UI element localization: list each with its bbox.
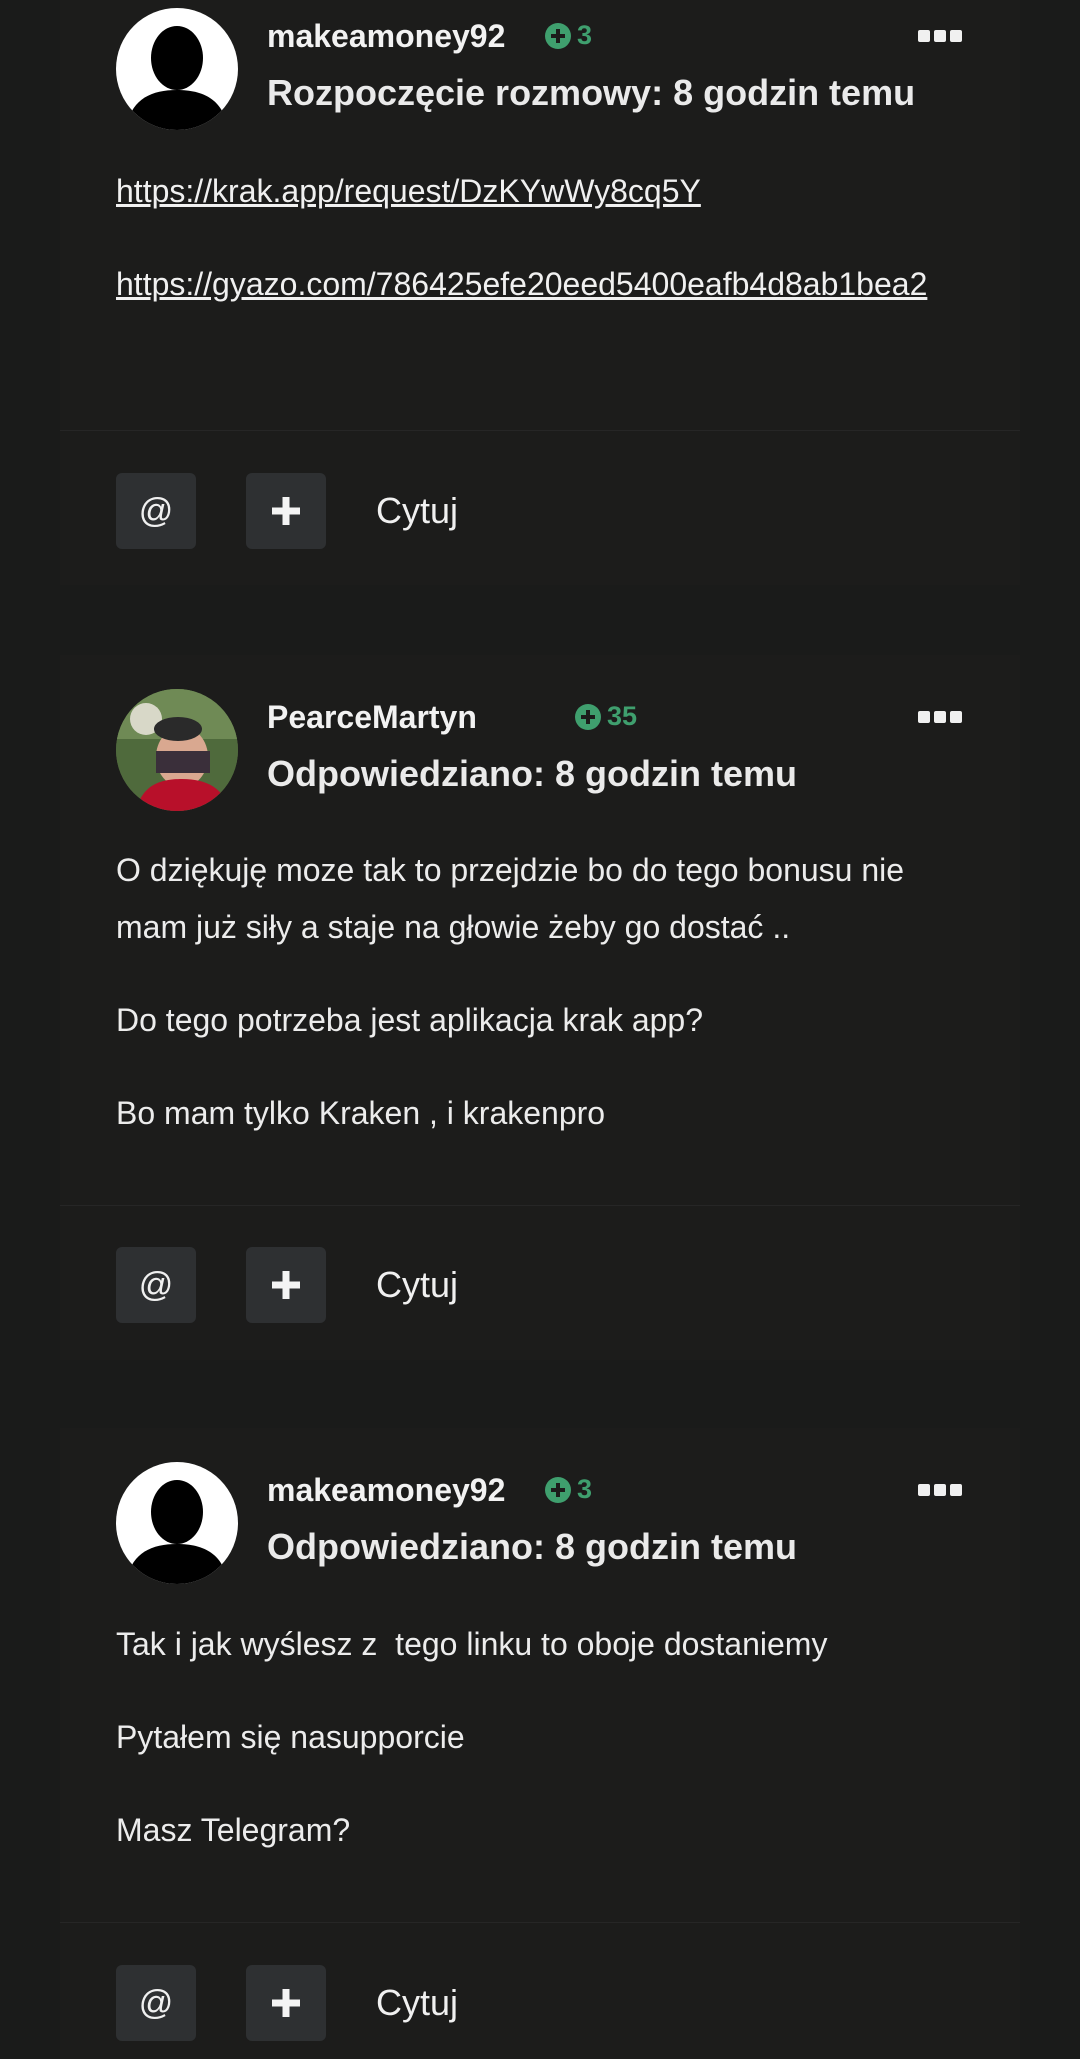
user-silhouette-icon xyxy=(126,1480,228,1584)
mention-button[interactable]: @ xyxy=(116,1965,196,2041)
reputation-badge: 3 xyxy=(545,20,592,51)
reputation-count: 35 xyxy=(607,701,638,731)
post-2: PearceMartyn 35 Odpowiedziano: 8 godzin … xyxy=(60,655,1020,1360)
post-content: Tak i jak wyślesz z tego linku to oboje … xyxy=(116,1616,976,1895)
mention-button[interactable]: @ xyxy=(116,473,196,549)
avatar[interactable] xyxy=(116,1462,238,1584)
post-3: makeamoney92 3 Odpowiedziano: 8 godzin t… xyxy=(60,1428,1020,2059)
quote-button[interactable]: Cytuj xyxy=(376,1982,458,2024)
user-photo-icon xyxy=(116,689,238,811)
post-paragraph: Tak i jak wyślesz z tego linku to oboje … xyxy=(116,1626,828,1662)
quote-button[interactable]: Cytuj xyxy=(376,490,458,532)
post-1: makeamoney92 3 Rozpoczęcie rozmowy: 8 go… xyxy=(60,0,1020,585)
post-actions: @ Cytuj xyxy=(116,1247,458,1323)
add-reaction-button[interactable] xyxy=(246,1247,326,1323)
author-name[interactable]: makeamoney92 xyxy=(267,1472,505,1509)
mention-button[interactable]: @ xyxy=(116,1247,196,1323)
post-paragraph: Do tego potrzeba jest aplikacja krak app… xyxy=(116,1002,704,1038)
reputation-badge: 35 xyxy=(575,701,637,732)
post-content: https://krak.app/request/DzKYwWy8cq5Y ht… xyxy=(116,163,976,349)
reputation-count: 3 xyxy=(577,1474,593,1504)
plus-circle-icon xyxy=(575,703,601,730)
more-options-icon[interactable] xyxy=(918,711,964,725)
post-meta: Odpowiedziano: 8 godzin temu xyxy=(267,1526,797,1567)
post-actions: @ Cytuj xyxy=(116,1965,458,2041)
divider xyxy=(60,1205,1020,1206)
more-options-icon[interactable] xyxy=(918,1484,964,1498)
reputation-count: 3 xyxy=(577,20,593,50)
link-gyazo[interactable]: https://gyazo.com/786425efe20eed5400eafb… xyxy=(116,266,927,302)
divider xyxy=(60,430,1020,431)
avatar[interactable] xyxy=(116,689,238,811)
plus-circle-icon xyxy=(545,1476,571,1503)
link-krak[interactable]: https://krak.app/request/DzKYwWy8cq5Y xyxy=(116,173,701,209)
author-name[interactable]: PearceMartyn xyxy=(267,699,477,736)
post-paragraph: Pytałem się nasupporcie xyxy=(116,1719,465,1755)
more-options-icon[interactable] xyxy=(918,30,964,44)
post-actions: @ Cytuj xyxy=(116,473,458,549)
add-reaction-button[interactable] xyxy=(246,1965,326,2041)
plus-circle-icon xyxy=(545,22,571,49)
avatar[interactable] xyxy=(116,8,238,130)
user-silhouette-icon xyxy=(126,26,228,130)
divider xyxy=(60,1922,1020,1923)
post-paragraph: Masz Telegram? xyxy=(116,1812,351,1848)
add-reaction-button[interactable] xyxy=(246,473,326,549)
post-meta: Rozpoczęcie rozmowy: 8 godzin temu xyxy=(267,72,916,113)
post-meta: Odpowiedziano: 8 godzin temu xyxy=(267,753,797,794)
reputation-badge: 3 xyxy=(545,1474,592,1505)
post-paragraph: Bo mam tylko Kraken , i krakenpro xyxy=(116,1095,606,1131)
post-content: O dziękuję moze tak to przejdzie bo do t… xyxy=(116,842,956,1178)
author-name[interactable]: makeamoney92 xyxy=(267,18,505,55)
quote-button[interactable]: Cytuj xyxy=(376,1264,458,1306)
post-paragraph: O dziękuję moze tak to przejdzie bo do t… xyxy=(116,852,905,945)
